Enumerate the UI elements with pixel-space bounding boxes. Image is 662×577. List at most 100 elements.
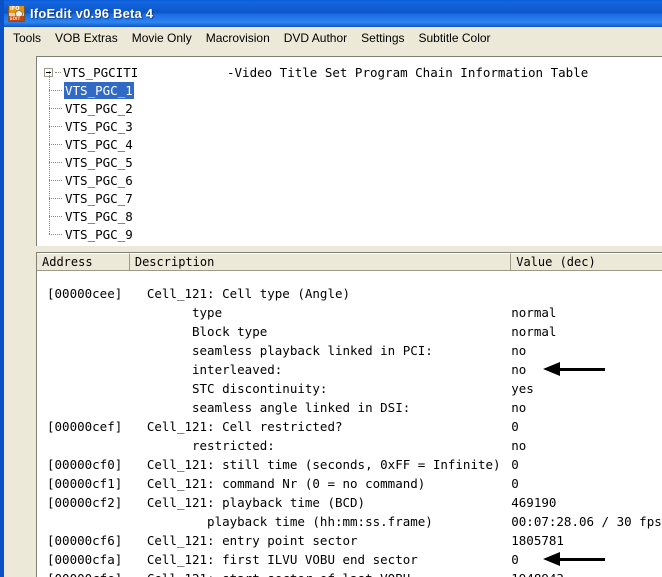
cell-description: STC discontinuity: xyxy=(147,379,511,398)
tree-item-label: VTS_PGC_8 xyxy=(64,208,134,225)
cell-address: [00000cf0] xyxy=(37,455,147,474)
tree-root-label: VTS_PGCITI xyxy=(63,64,138,81)
tree-item-label: VTS_PGC_2 xyxy=(64,100,134,117)
cell-value: 0 xyxy=(511,455,662,474)
title-bar: IFO EDIT IfoEdit v0.96 Beta 4 xyxy=(4,0,662,27)
list-header-row: Address Description Value (dec) xyxy=(37,253,662,271)
cell-description: seamless angle linked in DSI: xyxy=(147,398,511,417)
tree-connector-elbow xyxy=(49,162,62,163)
tree-item-vts-pgc-8[interactable]: VTS_PGC_8 xyxy=(44,207,344,225)
cell-address: [00000cf2] xyxy=(37,493,147,512)
cell-description: Block type xyxy=(147,322,511,341)
cell-address: [00000cfe] xyxy=(37,569,147,577)
menu-item-tools[interactable]: Tools xyxy=(6,29,48,47)
menu-item-dvd-author[interactable]: DVD Author xyxy=(277,29,354,47)
cell-value: no xyxy=(511,436,662,455)
tree-child-list: VTS_PGC_1 VTS_PGC_2 VTS_PGC_3 VTS_PGC_4 … xyxy=(44,81,344,243)
cell-value: no xyxy=(511,360,662,379)
tree-item-vts-pgc-5[interactable]: VTS_PGC_5 xyxy=(44,153,344,171)
ifo-structure-tree[interactable]: VTS_PGCITI -Video Title Set Program Chai… xyxy=(36,56,662,246)
menu-item-settings[interactable]: Settings xyxy=(354,29,411,47)
ifo-detail-list[interactable]: Address Description Value (dec) [00000ce… xyxy=(36,252,662,577)
tree-item-label: VTS_PGC_3 xyxy=(64,118,134,135)
cell-description: Cell_121: start sector of last VOBU xyxy=(147,569,511,577)
cell-value: no xyxy=(511,341,662,360)
cell-address: [00000cf6] xyxy=(37,531,147,550)
cell-description: Cell_121: Cell type (Angle) xyxy=(147,284,511,303)
tree-connector-elbow xyxy=(49,144,62,145)
tree-item-vts-pgc-7[interactable]: VTS_PGC_7 xyxy=(44,189,344,207)
table-row[interactable]: playback time (hh:mm:ss.frame)00:07:28.0… xyxy=(37,512,662,531)
tree-item-vts-pgc-3[interactable]: VTS_PGC_3 xyxy=(44,117,344,135)
cell-value: no xyxy=(511,398,662,417)
cell-description: type xyxy=(147,303,511,322)
cell-value: 0 xyxy=(511,417,662,436)
cell-value: 1805781 xyxy=(511,531,662,550)
tree-item-vts-pgc-9[interactable]: VTS_PGC_9 xyxy=(44,225,344,243)
table-row[interactable]: [00000cf2]Cell_121: playback time (BCD)4… xyxy=(37,493,662,512)
tree-root-description: -Video Title Set Program Chain Informati… xyxy=(227,64,588,81)
tree-connector-elbow xyxy=(49,180,62,181)
table-row[interactable]: seamless angle linked in DSI:no xyxy=(37,398,662,417)
window-title: IfoEdit v0.96 Beta 4 xyxy=(30,6,153,21)
cell-address: [00000cef] xyxy=(37,417,147,436)
table-row[interactable]: [00000cfa]Cell_121: first ILVU VOBU end … xyxy=(37,550,662,569)
tree-connector-elbow xyxy=(49,108,62,109)
tree-item-label: VTS_PGC_7 xyxy=(64,190,134,207)
table-row[interactable]: [00000cfe]Cell_121: start sector of last… xyxy=(37,569,662,577)
cell-description: Cell_121: entry point sector xyxy=(147,531,511,550)
cell-description: Cell_121: still time (seconds, 0xFF = In… xyxy=(147,455,511,474)
cell-description: interleaved: xyxy=(147,360,511,379)
tree-connector-elbow xyxy=(49,90,62,91)
table-row[interactable]: interleaved:no xyxy=(37,360,662,379)
menu-item-movie-only[interactable]: Movie Only xyxy=(125,29,199,47)
tree-item-label: VTS_PGC_9 xyxy=(64,226,134,243)
menu-item-vob-extras[interactable]: VOB Extras xyxy=(48,29,125,47)
tree-item-vts-pgc-2[interactable]: VTS_PGC_2 xyxy=(44,99,344,117)
table-row[interactable]: [00000cee]Cell_121: Cell type (Angle) xyxy=(37,284,662,303)
table-row[interactable]: [00000cf0]Cell_121: still time (seconds,… xyxy=(37,455,662,474)
menu-item-macrovision[interactable]: Macrovision xyxy=(199,29,277,47)
cell-value: 1948943 xyxy=(511,569,662,577)
cell-value: yes xyxy=(511,379,662,398)
cell-address: [00000cfa] xyxy=(37,550,147,569)
cell-address: [00000cf1] xyxy=(37,474,147,493)
app-icon-label-bottom: EDIT xyxy=(9,16,24,21)
cell-description: Cell_121: command Nr (0 = no command) xyxy=(147,474,511,493)
tree-item-label: VTS_PGC_6 xyxy=(64,172,134,189)
cell-address: [00000cee] xyxy=(37,284,147,303)
column-header-address[interactable]: Address xyxy=(37,253,130,270)
cell-value: 0 xyxy=(511,474,662,493)
tree-connector-line xyxy=(55,72,61,74)
table-row[interactable]: Block typenormal xyxy=(37,322,662,341)
table-row[interactable]: STC discontinuity:yes xyxy=(37,379,662,398)
table-row[interactable]: [00000cf1]Cell_121: command Nr (0 = no c… xyxy=(37,474,662,493)
cell-description: Cell_121: first ILVU VOBU end sector xyxy=(147,550,511,569)
cell-value: 00:07:28.06 / 30 fps xyxy=(511,512,662,531)
table-row[interactable]: [00000cf6]Cell_121: entry point sector18… xyxy=(37,531,662,550)
cell-description: Cell_121: playback time (BCD) xyxy=(147,493,511,512)
application-window: IFO EDIT IfoEdit v0.96 Beta 4 Tools VOB … xyxy=(0,0,662,577)
menu-item-subtitle-color[interactable]: Subtitle Color xyxy=(412,29,498,47)
tree-root-node[interactable]: VTS_PGCITI xyxy=(44,64,138,81)
menu-bar: Tools VOB Extras Movie Only Macrovision … xyxy=(4,27,662,49)
table-row[interactable]: [00000cef]Cell_121: Cell restricted?0 xyxy=(37,417,662,436)
cell-description: playback time (hh:mm:ss.frame) xyxy=(147,512,511,531)
tree-item-vts-pgc-1[interactable]: VTS_PGC_1 xyxy=(44,81,344,99)
column-header-value[interactable]: Value (dec) xyxy=(511,253,662,270)
tree-item-label: VTS_PGC_1 xyxy=(64,82,134,99)
tree-item-label: VTS_PGC_4 xyxy=(64,136,134,153)
tree-item-vts-pgc-4[interactable]: VTS_PGC_4 xyxy=(44,135,344,153)
app-icon: IFO EDIT xyxy=(8,5,25,22)
table-row[interactable]: restricted:no xyxy=(37,436,662,455)
tree-item-vts-pgc-6[interactable]: VTS_PGC_6 xyxy=(44,171,344,189)
column-header-description[interactable]: Description xyxy=(130,253,511,270)
table-row[interactable]: typenormal xyxy=(37,303,662,322)
tree-connector-elbow xyxy=(49,198,62,199)
cell-description: restricted: xyxy=(147,436,511,455)
cell-description: seamless playback linked in PCI: xyxy=(147,341,511,360)
cell-value: 0 xyxy=(511,550,662,569)
tree-connector-elbow xyxy=(49,126,62,127)
table-row[interactable]: seamless playback linked in PCI:no xyxy=(37,341,662,360)
list-body: [00000cee]Cell_121: Cell type (Angle) ty… xyxy=(37,271,662,577)
